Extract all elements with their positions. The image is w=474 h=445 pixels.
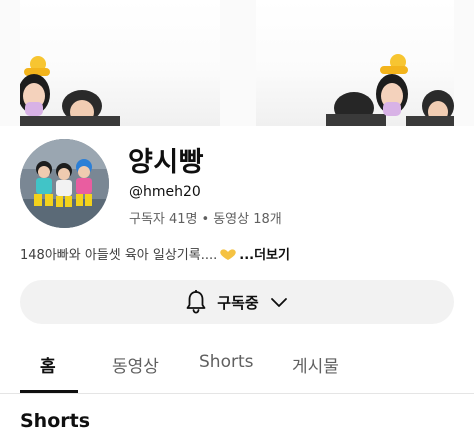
stats-separator: • [201, 212, 210, 227]
heart-hands-icon [220, 249, 237, 260]
channel-handle: @hmeh20 [129, 184, 201, 200]
channel-banner [0, 0, 474, 126]
tab-home[interactable]: 홈 [40, 352, 56, 377]
chevron-down-icon [270, 298, 287, 307]
banner-art [326, 54, 454, 126]
more-link[interactable]: ...더보기 [239, 248, 290, 263]
description-text: 148아빠와 아들셋 육아 일상기록.... [20, 248, 218, 263]
active-tab-indicator [20, 390, 78, 393]
tab-shorts[interactable]: Shorts [199, 352, 253, 372]
tab-posts[interactable]: 게시물 [292, 352, 339, 377]
channel-avatar[interactable] [20, 139, 109, 228]
subscribed-button[interactable]: 구독중 [20, 280, 454, 324]
channel-stats: 구독자 41명 • 동영상 18개 [129, 208, 282, 227]
banner-image-right [256, 0, 454, 126]
banner-image-left [20, 0, 220, 126]
channel-name: 양시빵 [128, 147, 205, 178]
shorts-section-title: Shorts [20, 410, 91, 432]
video-count: 동영상 18개 [213, 212, 282, 227]
subscriber-count: 구독자 41명 [129, 212, 198, 227]
channel-description[interactable]: 148아빠와 아들셋 육아 일상기록.... ...더보기 [20, 244, 290, 263]
banner-art [20, 56, 120, 126]
bell-icon [186, 290, 206, 314]
tab-videos[interactable]: 동영상 [112, 352, 159, 377]
subscribed-label: 구독중 [217, 293, 259, 312]
avatar-photo [20, 139, 109, 228]
channel-tabs: 홈 동영상 Shorts 게시물 [0, 340, 474, 394]
